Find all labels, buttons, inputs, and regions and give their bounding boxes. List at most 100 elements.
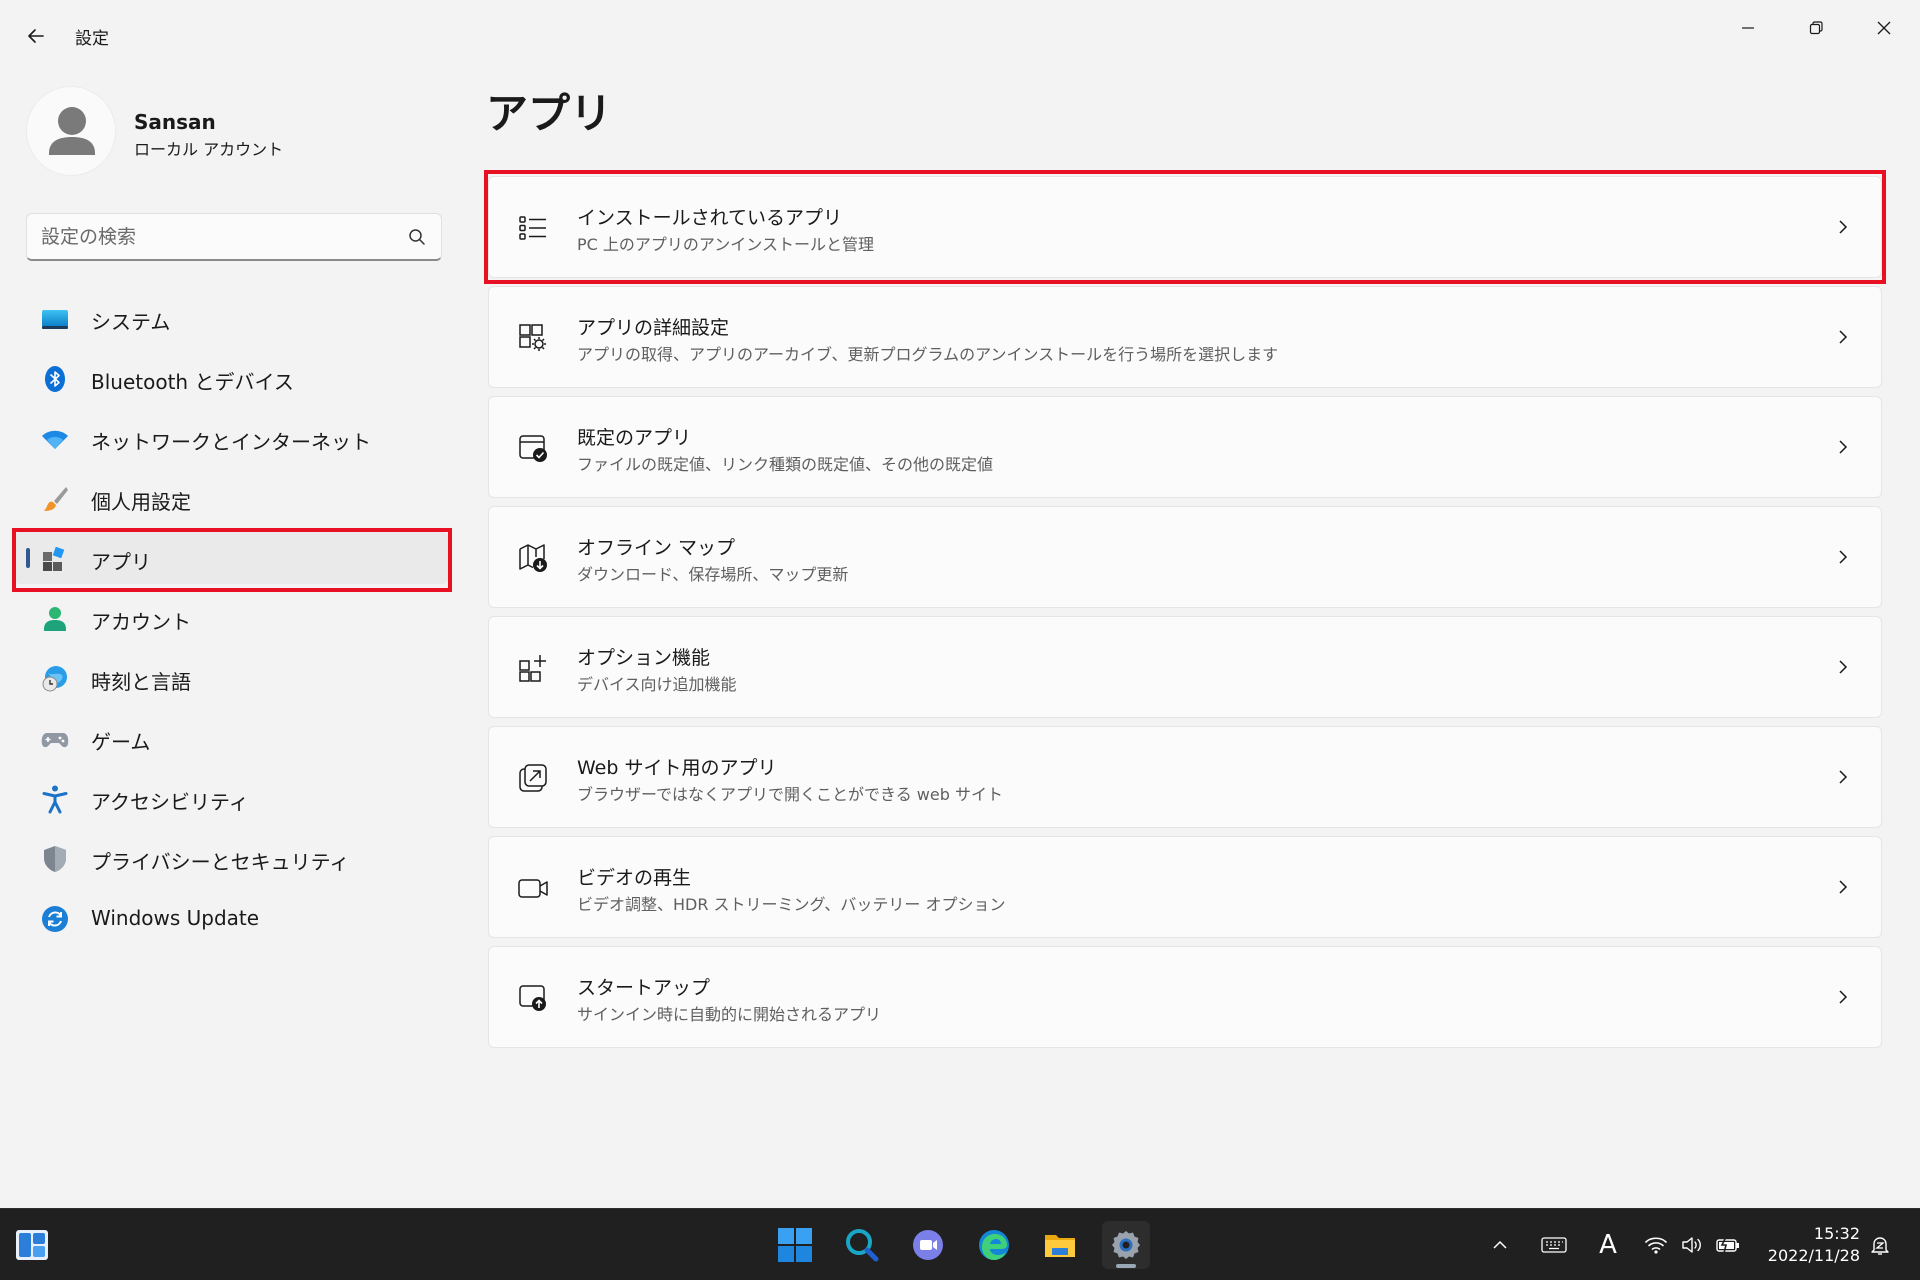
sidebar-item-personalization[interactable]: 個人用設定 — [14, 472, 448, 524]
sidebar-item-apps[interactable]: アプリ — [14, 532, 448, 584]
sidebar-item-privacy[interactable]: プライバシーとセキュリティ — [14, 832, 448, 884]
close-button[interactable] — [1856, 8, 1912, 48]
minimize-button[interactable] — [1720, 8, 1776, 48]
card-advanced-app-settings[interactable]: アプリの詳細設定 アプリの取得、アプリのアーカイブ、更新プログラムのアンインスト… — [488, 286, 1882, 388]
sidebar-item-label: 時刻と言語 — [91, 670, 191, 694]
apps-icon — [43, 546, 65, 571]
chevron-right-icon — [1839, 770, 1848, 784]
chat-icon — [913, 1230, 943, 1260]
close-icon — [1877, 21, 1891, 35]
sidebar-item-bluetooth[interactable]: Bluetooth とデバイス — [14, 352, 448, 404]
search-icon — [846, 1229, 879, 1262]
edge-icon — [979, 1230, 1009, 1260]
network-tray-button[interactable] — [1642, 1231, 1670, 1259]
widgets-button[interactable] — [12, 1225, 52, 1265]
chevron-up-icon — [1493, 1240, 1507, 1249]
back-button[interactable] — [18, 18, 54, 54]
card-video-playback[interactable]: ビデオの再生 ビデオ調整、HDR ストリーミング、バッテリー オプション — [488, 836, 1882, 938]
time-language-icon — [42, 666, 67, 692]
card-title: ビデオの再生 — [577, 867, 692, 889]
card-default-apps[interactable]: 既定のアプリ ファイルの既定値、リンク種類の既定値、その他の既定値 — [488, 396, 1882, 498]
card-description: サインイン時に自動的に開始されるアプリ — [577, 1005, 882, 1024]
card-description: アプリの取得、アプリのアーカイブ、更新プログラムのアンインストールを行う場所を選… — [577, 345, 1279, 364]
sidebar-item-network[interactable]: ネットワークとインターネット — [14, 412, 448, 464]
volume-tray-button[interactable] — [1678, 1231, 1706, 1259]
ime-indicator[interactable]: A — [1594, 1230, 1622, 1260]
wifi-icon — [1645, 1237, 1667, 1254]
clock-date: 2022/11/28 — [1767, 1246, 1860, 1265]
taskbar-clock[interactable]: 15:32 2022/11/28 — [1760, 1223, 1860, 1267]
search-input[interactable] — [41, 214, 401, 260]
notifications-button[interactable] — [1866, 1231, 1894, 1259]
card-installed-apps[interactable]: インストールされているアプリ PC 上のアプリのアンインストールと管理 — [488, 176, 1882, 278]
gamepad-icon — [41, 733, 69, 748]
add-feature-icon — [519, 655, 546, 682]
bluetooth-icon — [45, 366, 65, 392]
card-apps-for-websites[interactable]: Web サイト用のアプリ ブラウザーではなくアプリで開くことができる web サ… — [488, 726, 1882, 828]
sidebar-item-label: Bluetooth とデバイス — [91, 370, 294, 394]
touch-keyboard-button[interactable] — [1540, 1231, 1568, 1259]
card-startup[interactable]: スタートアップ サインイン時に自動的に開始されるアプリ — [488, 946, 1882, 1048]
sidebar-item-label: ネットワークとインターネット — [91, 430, 371, 454]
settings-icon — [1112, 1231, 1140, 1259]
sidebar-item-label: アカウント — [91, 610, 191, 634]
start-icon — [778, 1228, 812, 1262]
settings-taskbar-button[interactable] — [1102, 1221, 1150, 1269]
account-type: ローカル アカウント — [134, 140, 284, 159]
active-app-indicator — [1116, 1264, 1136, 1268]
open-external-icon — [519, 764, 547, 792]
card-title: アプリの詳細設定 — [577, 317, 730, 339]
settings-cards: インストールされているアプリ PC 上のアプリのアンインストールと管理 アプリの… — [488, 176, 1882, 1056]
card-title: オフライン マップ — [577, 537, 736, 559]
sidebar-item-label: アプリ — [91, 550, 151, 574]
list-icon — [519, 216, 546, 240]
restore-button[interactable] — [1788, 8, 1844, 48]
widgets-icon — [16, 1230, 48, 1260]
sidebar-item-windows-update[interactable]: Windows Update — [14, 892, 448, 944]
battery-icon — [1716, 1236, 1739, 1254]
sidebar-item-system[interactable]: システム — [14, 292, 448, 344]
card-description: PC 上のアプリのアンインストールと管理 — [577, 235, 874, 254]
edge-button[interactable] — [970, 1221, 1018, 1269]
minimize-icon — [1742, 27, 1754, 29]
sidebar-item-label: アクセシビリティ — [91, 790, 249, 814]
file-explorer-icon — [1045, 1235, 1075, 1257]
restore-icon — [1809, 21, 1823, 35]
battery-tray-button[interactable] — [1714, 1231, 1742, 1259]
card-optional-features[interactable]: オプション機能 デバイス向け追加機能 — [488, 616, 1882, 718]
chat-button[interactable] — [904, 1221, 952, 1269]
card-description: ビデオ調整、HDR ストリーミング、バッテリー オプション — [577, 895, 1006, 914]
sidebar-item-accounts[interactable]: アカウント — [14, 592, 448, 644]
update-icon — [42, 906, 68, 932]
notification-bell-icon — [1871, 1237, 1889, 1255]
card-title: Web サイト用のアプリ — [577, 757, 777, 779]
show-hidden-icons-button[interactable] — [1486, 1231, 1514, 1259]
sidebar-item-time-language[interactable]: 時刻と言語 — [14, 652, 448, 704]
card-title: インストールされているアプリ — [577, 207, 843, 229]
arrow-left-icon — [28, 29, 44, 43]
chevron-right-icon — [1839, 330, 1848, 344]
app-title: 設定 — [75, 29, 109, 49]
shield-icon — [44, 846, 66, 872]
sidebar-item-label: 個人用設定 — [91, 490, 191, 514]
chevron-right-icon — [1839, 440, 1848, 454]
chevron-right-icon — [1839, 660, 1848, 674]
search-icon[interactable] — [407, 227, 427, 247]
card-title: 既定のアプリ — [577, 427, 692, 449]
taskbar-search-button[interactable] — [838, 1221, 886, 1269]
taskbar: A 15:32 2022/11/28 — [0, 1208, 1920, 1280]
sidebar-item-gaming[interactable]: ゲーム — [14, 712, 448, 764]
brush-icon — [44, 487, 68, 511]
title-bar: 設定 — [0, 0, 1920, 70]
sidebar-item-accessibility[interactable]: アクセシビリティ — [14, 772, 448, 824]
search-box[interactable] — [26, 213, 442, 261]
start-button[interactable] — [771, 1221, 819, 1269]
card-offline-maps[interactable]: オフライン マップ ダウンロード、保存場所、マップ更新 — [488, 506, 1882, 608]
map-download-icon — [519, 544, 547, 572]
card-description: デバイス向け追加機能 — [577, 675, 737, 694]
system-icon — [42, 310, 68, 329]
sidebar-item-label: システム — [91, 310, 171, 334]
profile-card[interactable]: Sansan ローカル アカウント — [26, 86, 446, 178]
file-explorer-button[interactable] — [1036, 1221, 1084, 1269]
chevron-right-icon — [1839, 880, 1848, 894]
